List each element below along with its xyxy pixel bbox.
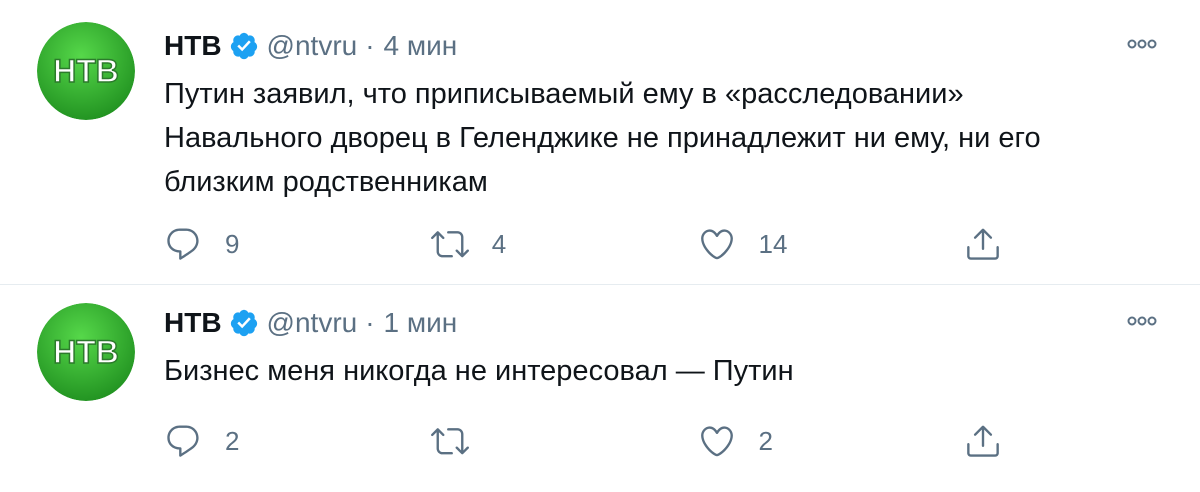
timestamp[interactable]: 4 мин	[384, 30, 458, 62]
author-name[interactable]: НТВ	[164, 30, 222, 62]
like-icon	[700, 426, 733, 457]
reply-button[interactable]: 2	[164, 422, 431, 460]
author-handle[interactable]: @ntvru	[267, 307, 358, 339]
like-button[interactable]: 14	[698, 225, 965, 263]
reply-button[interactable]: 9	[164, 225, 431, 263]
reply-count: 9	[225, 228, 240, 259]
retweet-icon	[430, 231, 469, 258]
reply-count: 2	[225, 425, 240, 456]
share-button[interactable]	[964, 422, 1024, 460]
reply-icon	[167, 425, 199, 457]
separator: ·	[365, 30, 375, 61]
tweet[interactable]: НТВ НТВ @ntvru · 4 мин Путин заявил, что…	[0, 0, 1200, 285]
like-count: 2	[758, 425, 773, 456]
more-options-icon[interactable]	[1124, 305, 1160, 335]
verified-badge-icon	[229, 31, 259, 61]
like-count: 14	[758, 228, 788, 259]
tweet-header: НТВ @ntvru · 4 мин	[164, 24, 1170, 68]
retweet-count: 4	[491, 228, 507, 259]
like-button[interactable]: 2	[698, 422, 965, 460]
avatar-logo-text: НТВ	[53, 334, 119, 370]
tweet-actions: 2 2	[164, 419, 1024, 463]
more-options-icon[interactable]	[1124, 28, 1160, 58]
retweet-button[interactable]: 4	[430, 225, 698, 263]
timestamp[interactable]: 1 мин	[384, 307, 458, 339]
tweet-content: НТВ @ntvru · 1 мин Бизнес меня никогда н…	[164, 301, 1170, 393]
tweet-header: НТВ @ntvru · 1 мин	[164, 301, 1170, 345]
like-icon	[700, 229, 733, 260]
share-icon	[967, 425, 1000, 457]
avatar-logo-text: НТВ	[53, 53, 119, 89]
separator: ·	[365, 307, 375, 338]
share-icon	[967, 228, 1000, 260]
avatar[interactable]: НТВ	[37, 303, 135, 401]
verified-badge-icon	[229, 308, 259, 338]
reply-icon	[167, 228, 199, 260]
retweet-icon	[430, 428, 469, 455]
avatar[interactable]: НТВ	[37, 22, 135, 120]
tweet-content: НТВ @ntvru · 4 мин Путин заявил, что при…	[164, 24, 1170, 204]
author-handle[interactable]: @ntvru	[267, 30, 358, 62]
tweet[interactable]: НТВ НТВ @ntvru · 1 мин Бизнес меня никог…	[0, 285, 1200, 492]
author-name[interactable]: НТВ	[164, 307, 222, 339]
tweet-text: Путин заявил, что приписываемый ему в «р…	[164, 78, 1041, 198]
retweet-button[interactable]	[430, 422, 698, 460]
tweet-text: Бизнес меня никогда не интересовал — Пут…	[164, 355, 794, 387]
share-button[interactable]	[964, 225, 1024, 263]
tweet-actions: 9 4 14	[164, 222, 1024, 266]
